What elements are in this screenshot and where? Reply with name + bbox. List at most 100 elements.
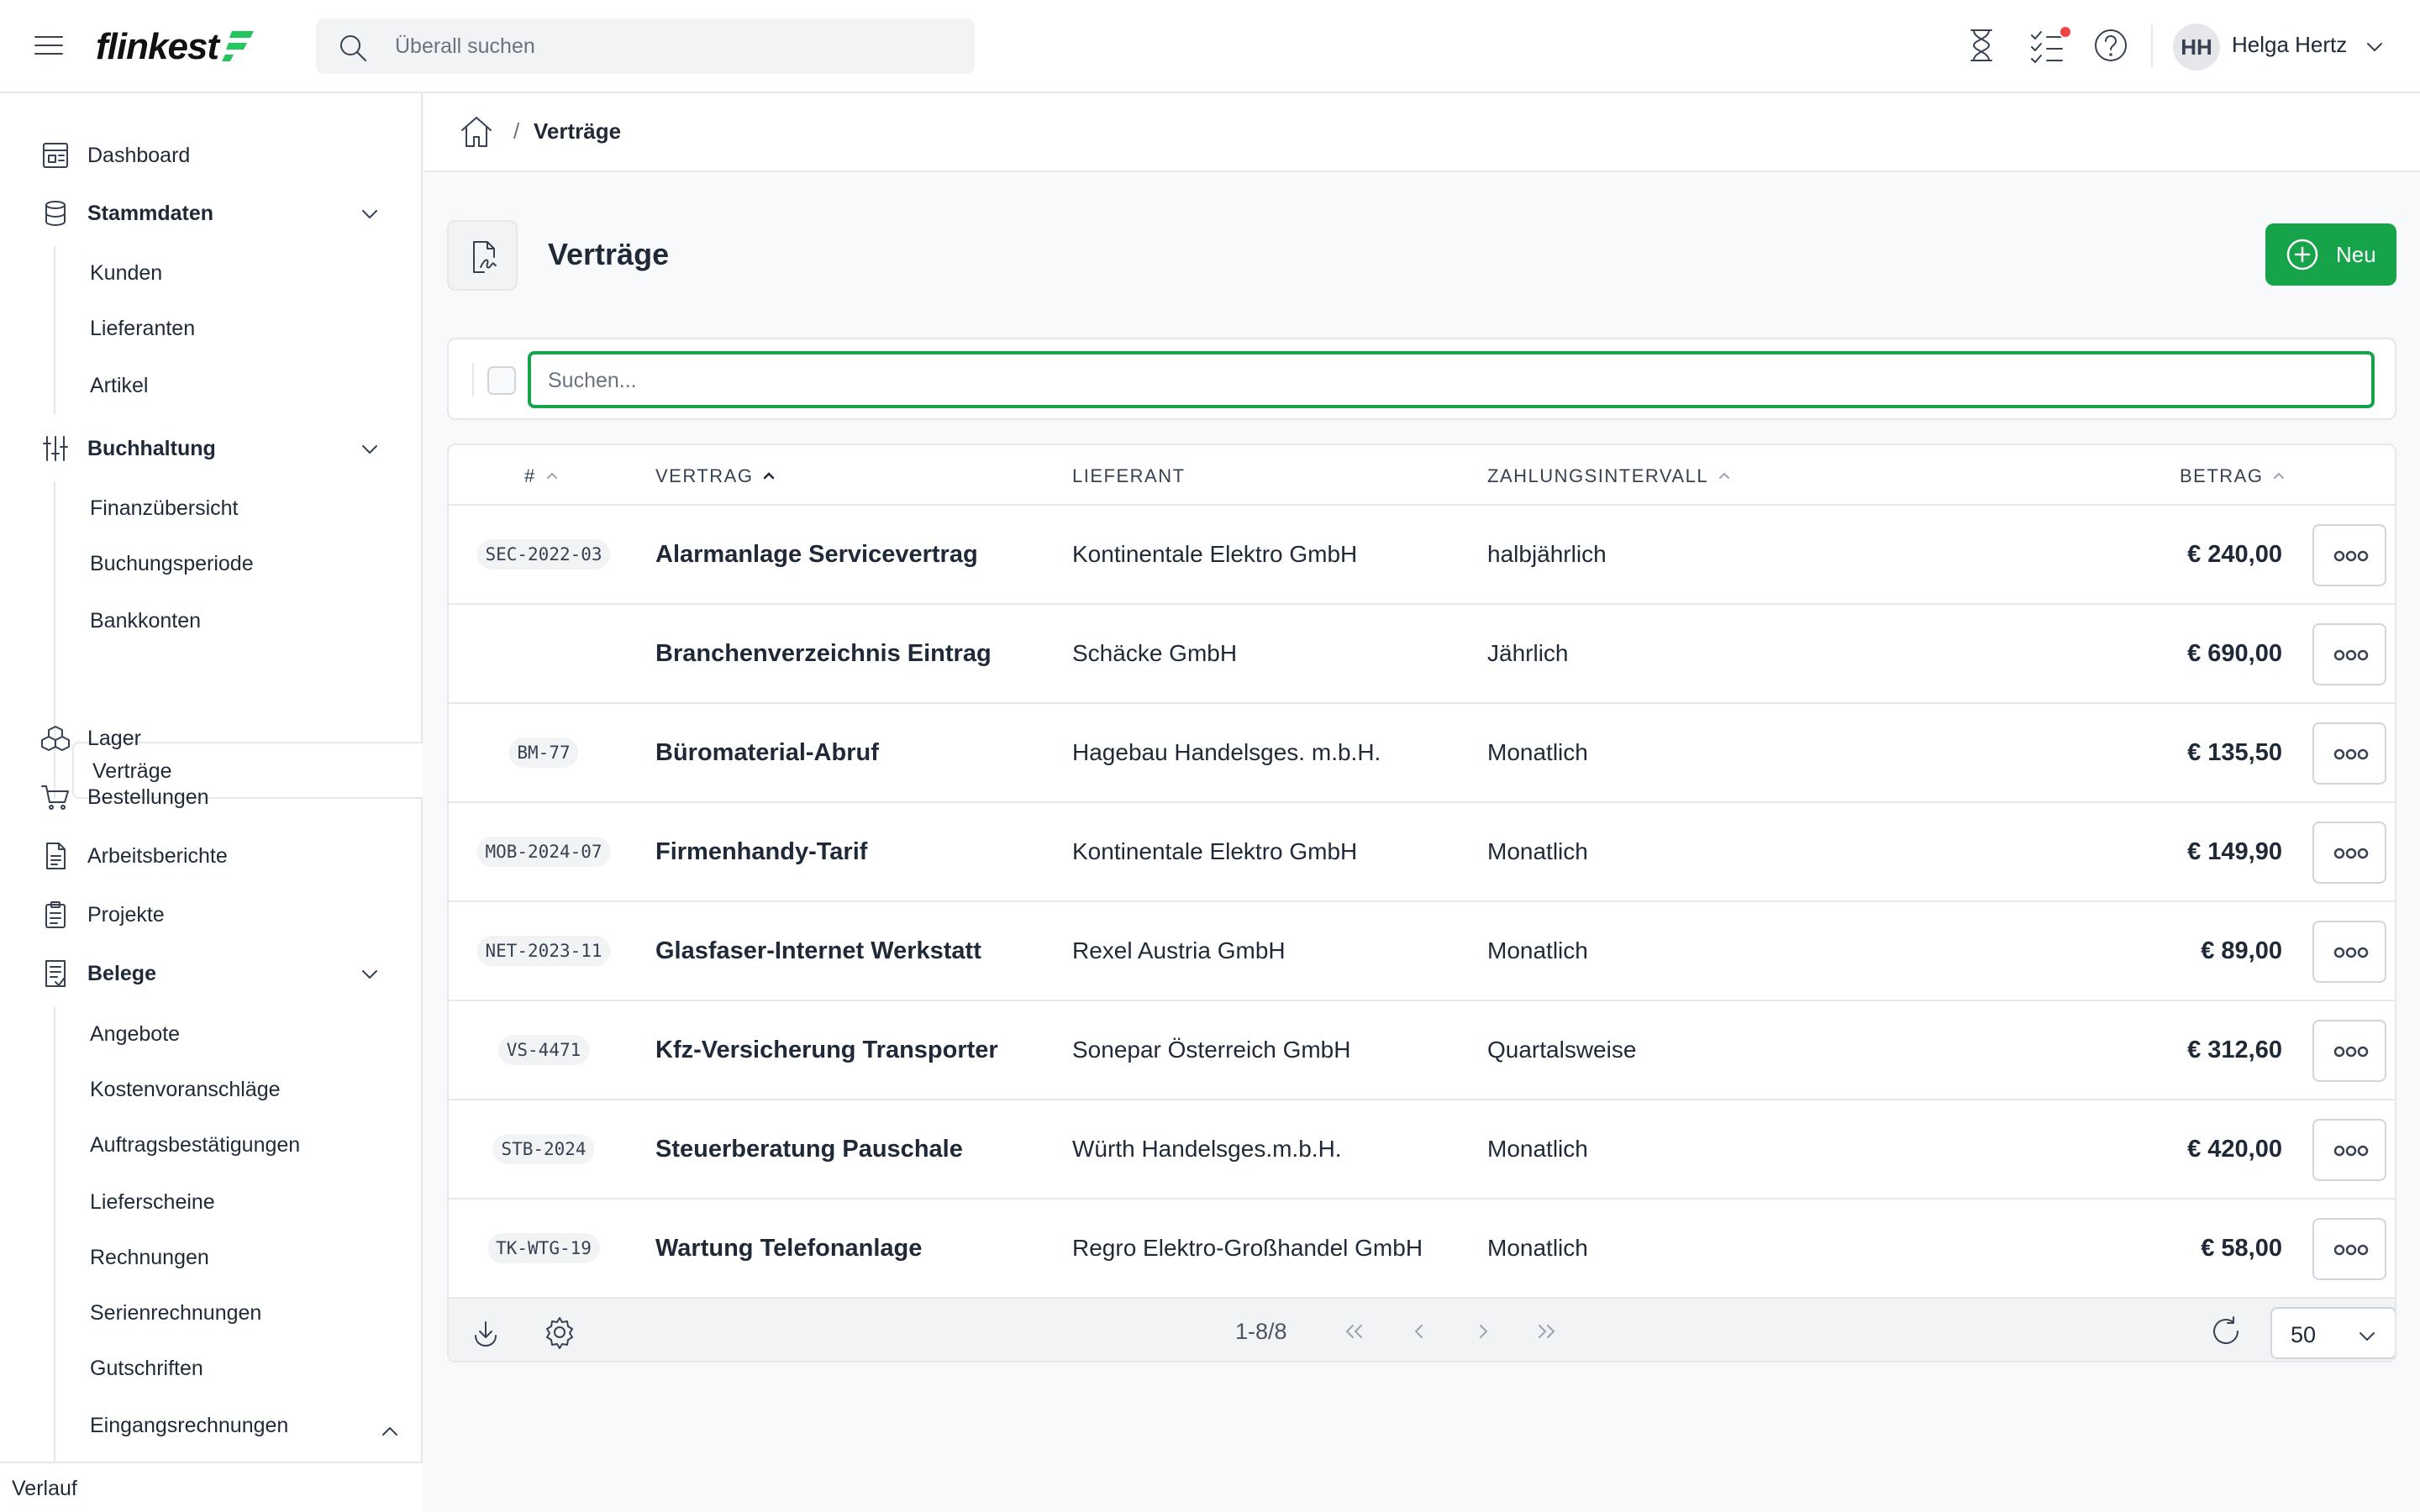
prev-page-icon[interactable] bbox=[1405, 1317, 1434, 1346]
contract-name[interactable]: Büromaterial-Abruf bbox=[655, 739, 879, 767]
column-header-lieferant[interactable]: LIEFERANT bbox=[1072, 465, 1186, 487]
sidebar-item-artikel[interactable]: Artikel bbox=[90, 374, 148, 398]
contract-name[interactable]: Alarmanlage Servicevertrag bbox=[655, 541, 978, 569]
sidebar-item-dashboard[interactable]: Dashboard bbox=[40, 140, 190, 171]
contract-name[interactable]: Branchenverzeichnis Eintrag bbox=[655, 640, 992, 668]
breadcrumb: / Verträge bbox=[424, 93, 2420, 172]
new-button-label: Neu bbox=[2336, 241, 2376, 267]
contract-id-badge: NET-2023-11 bbox=[476, 936, 611, 966]
row-actions-button[interactable] bbox=[2312, 1119, 2386, 1181]
sidebar-item-kunden[interactable]: Kunden bbox=[90, 261, 162, 286]
row-actions-button[interactable] bbox=[2312, 1020, 2386, 1082]
page-title: Verträge bbox=[548, 237, 670, 271]
sidebar-item-finanzuebersicht[interactable]: Finanzübersicht bbox=[90, 496, 238, 521]
column-header-number[interactable]: # bbox=[524, 465, 560, 487]
table-row[interactable]: MOB-2024-07 Firmenhandy-Tarif Kontinentale… bbox=[449, 803, 2395, 902]
table-row[interactable]: STB-2024 Steuerberatung Pauschale Würth Ha… bbox=[449, 1100, 2395, 1200]
column-header-betrag[interactable]: BETRAG bbox=[2180, 465, 2286, 487]
sort-up-icon bbox=[1719, 472, 1730, 479]
global-search-input[interactable]: Überall suchen bbox=[316, 18, 975, 74]
chevron-up-icon[interactable] bbox=[378, 1420, 402, 1443]
more-dots-icon bbox=[2333, 1046, 2369, 1058]
help-icon[interactable] bbox=[2092, 27, 2129, 64]
home-icon[interactable] bbox=[458, 113, 495, 150]
next-page-icon[interactable] bbox=[1469, 1317, 1497, 1346]
new-button[interactable]: Neu bbox=[2265, 223, 2396, 286]
contract-id-badge: SEC-2022-03 bbox=[476, 539, 611, 570]
contract-name[interactable]: Kfz-Versicherung Transporter bbox=[655, 1037, 998, 1064]
row-actions-button[interactable] bbox=[2312, 822, 2386, 884]
sidebar-item-buchhaltung[interactable]: Buchhaltung bbox=[40, 433, 216, 464]
table-row[interactable]: BM-77 Büromaterial-Abruf Hagebau Handelsge… bbox=[449, 704, 2395, 803]
sidebar-item-lieferanten[interactable]: Lieferanten bbox=[90, 317, 195, 341]
hourglass-icon[interactable] bbox=[1963, 27, 2000, 64]
menu-icon[interactable] bbox=[32, 30, 66, 60]
sidebar-item-arbeitsberichte[interactable]: Arbeitsberichte bbox=[40, 841, 228, 871]
table-row[interactable]: VS-4471 Kfz-Versicherung Transporter Sonep… bbox=[449, 1001, 2395, 1100]
history-bar[interactable]: Verlauf bbox=[0, 1462, 423, 1512]
chevron-down-icon[interactable] bbox=[358, 438, 381, 461]
per-page-select[interactable]: 50 bbox=[2270, 1307, 2395, 1359]
payment-interval: Jährlich bbox=[1487, 640, 1569, 666]
contract-amount: € 690,00 bbox=[2187, 640, 2282, 667]
avatar[interactable]: HH bbox=[2173, 24, 2220, 71]
table-row[interactable]: SEC-2022-03 Alarmanlage Servicevertrag Kon… bbox=[449, 506, 2395, 605]
breadcrumb-current: Verträge bbox=[534, 118, 622, 144]
sidebar-item-angebote[interactable]: Angebote bbox=[90, 1022, 180, 1047]
chevron-down-icon[interactable] bbox=[2363, 35, 2386, 59]
sidebar-item-belege[interactable]: Belege bbox=[40, 958, 156, 989]
sidebar-item-rechnungen[interactable]: Rechnungen bbox=[90, 1246, 209, 1270]
column-header-zahlungsintervall[interactable]: ZAHLUNGSINTERVALL bbox=[1487, 465, 1732, 487]
sidebar-item-lieferscheine[interactable]: Lieferscheine bbox=[90, 1190, 215, 1215]
sidebar-item-stammdaten[interactable]: Stammdaten bbox=[40, 198, 213, 228]
settings-gear-icon[interactable] bbox=[543, 1315, 576, 1349]
sidebar-item-serienrechnungen[interactable]: Serienrechnungen bbox=[90, 1301, 261, 1326]
user-name[interactable]: Helga Hertz bbox=[2232, 32, 2347, 58]
sidebar-item-lager[interactable]: Lager bbox=[40, 723, 141, 753]
sidebar-item-bankkonten[interactable]: Bankkonten bbox=[90, 609, 201, 633]
row-actions-button[interactable] bbox=[2312, 722, 2386, 785]
row-actions-button[interactable] bbox=[2312, 623, 2386, 685]
sidebar-item-kostenvoranschlaege[interactable]: Kostenvoranschläge bbox=[90, 1078, 281, 1102]
table-row[interactable]: Branchenverzeichnis Eintrag Schäcke GmbH J… bbox=[449, 605, 2395, 704]
column-header-vertrag[interactable]: VERTRAG bbox=[655, 465, 776, 487]
sidebar-item-projekte[interactable]: Projekte bbox=[40, 900, 165, 930]
sidebar-item-bestellungen[interactable]: Bestellungen bbox=[40, 782, 209, 812]
table-footer: 1-8/8 50 bbox=[449, 1299, 2395, 1361]
sidebar-item-eingangsrechnungen[interactable]: Eingangsrechnungen bbox=[90, 1414, 288, 1438]
row-actions-button[interactable] bbox=[2312, 1218, 2386, 1280]
download-icon[interactable] bbox=[469, 1315, 502, 1349]
brand-logo[interactable]: flinkest bbox=[96, 24, 255, 71]
refresh-icon[interactable] bbox=[2208, 1314, 2244, 1349]
first-page-icon[interactable] bbox=[1339, 1317, 1368, 1346]
more-dots-icon bbox=[2333, 848, 2369, 859]
contract-name[interactable]: Steuerberatung Pauschale bbox=[655, 1136, 963, 1163]
table-row[interactable]: NET-2023-11 Glasfaser-Internet Werkstatt R… bbox=[449, 902, 2395, 1001]
sidebar-item-buchungsperiode[interactable]: Buchungsperiode bbox=[90, 552, 254, 576]
select-all-checkbox[interactable] bbox=[487, 366, 516, 395]
payment-interval: Monatlich bbox=[1487, 739, 1588, 765]
chevron-down-icon bbox=[2360, 1332, 2375, 1341]
sidebar-item-label: Bestellungen bbox=[87, 785, 209, 809]
contract-name[interactable]: Wartung Telefonanlage bbox=[655, 1235, 922, 1263]
chevron-down-icon[interactable] bbox=[358, 202, 381, 226]
table-search-input[interactable]: Suchen... bbox=[528, 351, 2375, 408]
sidebar-item-gutschriften[interactable]: Gutschriften bbox=[90, 1357, 203, 1381]
contract-name[interactable]: Glasfaser-Internet Werkstatt bbox=[655, 937, 981, 965]
pagination-info: 1-8/8 bbox=[1235, 1319, 1287, 1344]
brand-name: flinkest bbox=[96, 26, 219, 67]
sidebar-item-label: Belege bbox=[87, 961, 156, 985]
more-dots-icon bbox=[2333, 1244, 2369, 1256]
filter-card: Suchen... bbox=[447, 338, 2396, 420]
sidebar-item-auftragsbestaetigungen[interactable]: Auftragsbestätigungen bbox=[90, 1133, 300, 1158]
column-header-label: # bbox=[524, 465, 536, 486]
contracts-table: # VERTRAG LIEFERANT ZAHLUNGSINTERVALL BE… bbox=[447, 444, 2396, 1362]
payment-interval: Quartalsweise bbox=[1487, 1037, 1637, 1063]
row-actions-button[interactable] bbox=[2312, 921, 2386, 983]
contract-id-badge: TK-WTG-19 bbox=[487, 1233, 600, 1263]
table-row[interactable]: TK-WTG-19 Wartung Telefonanlage Regro Elek… bbox=[449, 1200, 2395, 1299]
contract-name[interactable]: Firmenhandy-Tarif bbox=[655, 838, 867, 866]
row-actions-button[interactable] bbox=[2312, 524, 2386, 586]
chevron-down-icon[interactable] bbox=[358, 963, 381, 986]
last-page-icon[interactable] bbox=[1533, 1317, 1561, 1346]
